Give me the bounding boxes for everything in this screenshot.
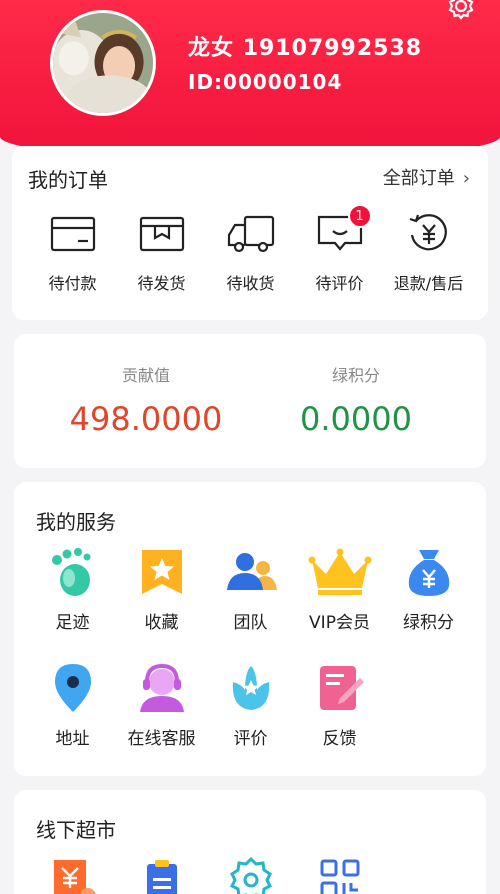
service-customer-service[interactable]: 在线客服 [117, 662, 206, 778]
service-green-points[interactable]: 绿积分 [384, 546, 473, 662]
points-card: 贡献值 498.0000 绿积分 0.0000 [14, 334, 486, 468]
green-points-stat[interactable]: 绿积分 0.0000 [256, 362, 456, 438]
my-orders-title: 我的订单 [28, 168, 108, 192]
settings-button[interactable] [444, 0, 478, 26]
offline-supermarket-title: 线下超市 [36, 818, 116, 842]
my-orders-card: 我的订单 全部订单 › 待付款 待发货 待收货 1 待评价 退款/售后 [12, 146, 488, 320]
location-pin-icon [54, 664, 91, 712]
service-label: 团队 [233, 613, 268, 633]
offline-item-settings[interactable] [206, 856, 295, 894]
review-flower-icon [232, 666, 269, 710]
user-id: ID:00000104 [188, 70, 343, 94]
order-pending-payment[interactable]: 待付款 [28, 210, 117, 294]
service-label: VIP会员 [309, 613, 370, 633]
my-services-title: 我的服务 [36, 510, 116, 534]
service-footprint[interactable]: 足迹 [28, 546, 117, 662]
service-label: 评价 [233, 729, 268, 749]
service-label: 反馈 [322, 729, 357, 749]
all-orders-label: 全部订单 [382, 168, 455, 189]
wallet-icon [49, 210, 97, 258]
service-address[interactable]: 地址 [28, 662, 117, 778]
service-feedback[interactable]: 反馈 [295, 662, 384, 778]
service-label: 在线客服 [127, 729, 196, 749]
truck-icon [227, 210, 275, 258]
contribution-label: 贡献值 [121, 366, 170, 385]
order-label: 待收货 [226, 274, 275, 293]
crown-icon [308, 548, 371, 595]
contribution-stat[interactable]: 贡献值 498.0000 [46, 362, 246, 438]
service-favorites[interactable]: 收藏 [117, 546, 206, 662]
offline-supermarket-card: 线下超市 [14, 790, 486, 894]
offline-item-scan[interactable] [295, 856, 384, 894]
review-count-badge: 1 [347, 204, 372, 228]
customer-service-icon [139, 663, 184, 712]
avatar[interactable] [50, 10, 156, 116]
order-label: 待付款 [48, 274, 97, 293]
chevron-right-icon: › [462, 168, 470, 189]
qr-code-icon [320, 859, 359, 894]
service-label: 收藏 [144, 613, 179, 633]
order-label: 待评价 [315, 274, 364, 293]
user-phone: 19107992538 [242, 36, 423, 61]
gear-outline-icon [229, 856, 272, 894]
refund-icon [405, 210, 453, 258]
green-points-label: 绿积分 [331, 366, 380, 385]
green-points-value: 0.0000 [300, 400, 412, 438]
service-vip[interactable]: VIP会员 [295, 546, 384, 662]
all-orders-link[interactable]: 全部订单 › [383, 164, 470, 190]
service-label: 地址 [55, 729, 90, 749]
favorite-star-icon [141, 550, 182, 594]
avatar-image [53, 13, 153, 113]
order-pending-review[interactable]: 1 待评价 [295, 204, 384, 294]
order-label: 退款/售后 [393, 274, 464, 293]
order-label: 待发货 [137, 274, 186, 293]
service-team[interactable]: 团队 [206, 546, 295, 662]
service-label: 足迹 [55, 613, 90, 633]
user-name: 龙女 [188, 36, 235, 61]
offline-item-payment[interactable] [28, 856, 117, 894]
feedback-edit-icon [319, 666, 364, 710]
offline-item-orders[interactable] [117, 856, 206, 894]
order-pending-shipment[interactable]: 待发货 [117, 210, 206, 294]
clipboard-icon [146, 860, 177, 894]
user-name-phone: 龙女 19107992538 [188, 30, 422, 62]
service-label: 绿积分 [403, 613, 454, 633]
my-services-card: 我的服务 足迹 收藏 团队 VIP会员 绿积分 地址 在线客服 评价 反馈 [14, 482, 486, 776]
contribution-value: 498.0000 [69, 400, 223, 438]
order-refund-aftersale[interactable]: 退款/售后 [384, 210, 473, 294]
yen-coupon-icon [53, 860, 96, 894]
service-review[interactable]: 评价 [206, 662, 295, 778]
order-pending-receipt[interactable]: 待收货 [206, 210, 295, 294]
footprint-icon [51, 548, 90, 596]
team-icon [226, 553, 277, 590]
money-bag-icon [408, 550, 449, 596]
comment-icon: 1 [316, 204, 372, 258]
package-icon [138, 210, 186, 258]
gear-icon [448, 0, 474, 20]
